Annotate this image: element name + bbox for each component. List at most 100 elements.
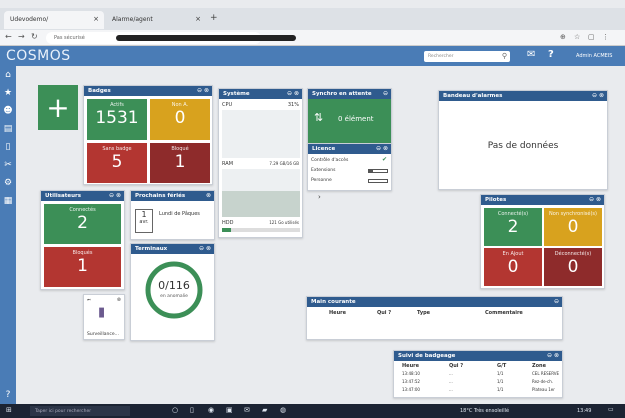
logbook-col-qui[interactable]: Qui ? [377,310,391,316]
taskbar-search-input[interactable]: Taper ici pour rechercher [30,406,130,416]
forward-icon[interactable]: → [18,32,25,41]
zoom-icon[interactable]: ⊕ [560,33,566,41]
tracking-col-gt: G/T [497,363,507,369]
search-icon[interactable]: ○ [172,406,178,414]
widget-header: Licence ⊖ ⊗ [308,144,391,154]
ram-label: RAM [222,161,234,167]
users-tile-blocked[interactable]: Bloqués 1 [44,247,121,287]
user-name[interactable]: Admin ACMEIS [576,53,612,59]
system-widget: Système ⊖ ⊗ CPU 31% RAM 7.29 GB/16 GB HDD… [218,88,303,238]
widget-controls-icon[interactable]: ⊖ ⊗ [376,145,388,152]
widget-controls-icon[interactable]: ⊗ [117,297,121,303]
menu-icon[interactable]: ⋮ [602,33,609,41]
drivers-tile-disconnected[interactable]: Déconnecté(s) 0 [544,248,602,286]
back-icon[interactable]: ← [5,32,12,41]
task-view-icon[interactable]: ▯ [190,406,194,414]
extensions-icon[interactable]: ▢ [588,33,595,41]
weather-status[interactable]: 18°C Très ensoleillé [460,408,509,414]
holiday-month: avr. [139,219,149,225]
browser-tab[interactable]: Alarme/agent × [106,11,206,29]
screen: Udevodemo/ × Alarme/agent × + ← → ↻ Pas sé… [0,0,625,418]
badges-tile-actifs[interactable]: Actifs 1531 [87,99,147,140]
badges-tile-bloque[interactable]: Bloqué 1 [150,143,210,183]
tile-label: Actifs [110,102,124,108]
home-icon[interactable]: ⌂ [0,66,16,84]
store-icon[interactable]: ▣ [226,406,233,414]
badges-title: Badges [88,88,111,94]
widget-header: Badges ⊖ ⊗ [84,86,212,96]
edge-icon[interactable]: ◉ [208,406,214,414]
tracking-col-heure: Heure [402,363,419,369]
badges-tile-sans-badge[interactable]: Sans badge 5 [87,143,147,183]
users-tile-connected[interactable]: Connectés 2 [44,204,121,244]
logbook-col-commentaire[interactable]: Commentaire [485,310,523,316]
tile-label: Déconnecté(s) [554,251,592,257]
drivers-tile-connected[interactable]: Connecté(s) 2 [484,208,542,246]
clock[interactable]: 13:49 [577,408,591,414]
tab-label: Alarme/agent [112,16,153,23]
tracking-col-zone: Zone [532,363,547,369]
app-logo: COSMOS [6,48,71,64]
widget-controls-icon[interactable]: ⊖ ⊗ [592,92,604,99]
tracking-cell: ... [449,379,453,384]
mail-icon[interactable]: ✉ [244,406,250,414]
star-icon[interactable]: ★ [0,84,16,102]
surveillance-widget[interactable]: ⏮ ⊗ ▮ Surveillance... [83,294,125,340]
gear-icon[interactable]: ⚙ [0,174,16,192]
report-icon[interactable]: ▦ [0,192,16,210]
tile-label: Connecté(s) [497,211,529,217]
widget-controls-icon[interactable]: ⊖ [554,298,559,305]
drivers-tile-unsynced[interactable]: Non synchronisé(s) 0 [544,208,602,246]
search-input[interactable]: Rechercher ⚲ [424,51,510,62]
add-widget-button[interactable]: + [38,85,78,130]
widget-header: Bandeau d'alarmes ⊖ ⊗ [439,91,607,101]
cpu-value: 31% [287,102,299,108]
calendar-icon: 1 avr. [135,209,153,233]
star-icon[interactable]: ☆ [574,33,580,41]
help-icon[interactable]: ? [0,386,16,404]
logbook-col-type[interactable]: Type [417,310,430,316]
folder-icon[interactable]: ▰ [262,406,267,414]
widget-controls-icon[interactable]: ⊖ ⊗ [589,196,601,203]
widget-controls-icon[interactable]: ⊖ [383,90,388,97]
badge-icon[interactable]: ▤ [0,120,16,138]
logbook-col-heure[interactable]: Heure [329,310,346,316]
tile-label: Non synchronisé(s) [549,211,597,217]
tile-value: 2 [507,217,519,237]
widget-controls-icon[interactable]: ⊖ ⊗ [547,352,559,359]
help-icon[interactable]: ? [548,49,554,60]
person-icon[interactable]: ☻ [0,102,16,120]
chevron-right-icon[interactable]: › [318,193,321,201]
badge-tracking-title: Suivi de badgeage [398,353,456,359]
notifications-icon[interactable]: ▭ [608,406,614,413]
widget-controls-icon[interactable]: ⊖ ⊗ [199,245,211,252]
tile-label: En Ajout [502,251,524,257]
badges-tile-nona[interactable]: Non A. 0 [150,99,210,140]
browser-tab[interactable]: Udevodemo/ × [4,11,104,29]
widget-controls-icon[interactable]: ⊗ [206,192,211,199]
licence-row-label: Contrôle d'accès [311,158,349,163]
chrome-icon[interactable]: ◍ [280,406,286,414]
door-icon[interactable]: ▯ [0,138,16,156]
tile-value: 0 [567,257,579,277]
widget-header: Système ⊖ ⊗ [219,89,302,99]
reload-icon[interactable]: ↻ [31,32,38,41]
close-icon[interactable]: × [195,15,201,23]
widget-controls-icon[interactable]: ⊖ ⊗ [197,87,209,94]
licence-row-label: Personne [311,178,332,183]
new-tab-icon[interactable]: + [210,13,218,23]
tile-value: 1531 [95,108,139,128]
drivers-tile-adding[interactable]: En Ajout 0 [484,248,542,286]
media-controls-icon[interactable]: ⏮ [87,297,91,302]
search-icon[interactable]: ⚲ [502,52,507,60]
sync-widget: Synchro en attente ⊖ ⇅ 0 élément [307,88,392,144]
url-field[interactable]: Pas sécurisé [46,32,296,44]
sync-tile[interactable]: ⇅ 0 élément [308,99,391,143]
tools-icon[interactable]: ✂ [0,156,16,174]
mail-icon[interactable]: ✉ [527,49,535,60]
widget-controls-icon[interactable]: ⊖ ⊗ [109,192,121,199]
widget-controls-icon[interactable]: ⊖ ⊗ [287,90,299,97]
hdd-value: 121 Go utilisés [269,220,299,225]
windows-start-icon[interactable]: ⊞ [6,406,12,414]
close-icon[interactable]: × [93,15,99,23]
